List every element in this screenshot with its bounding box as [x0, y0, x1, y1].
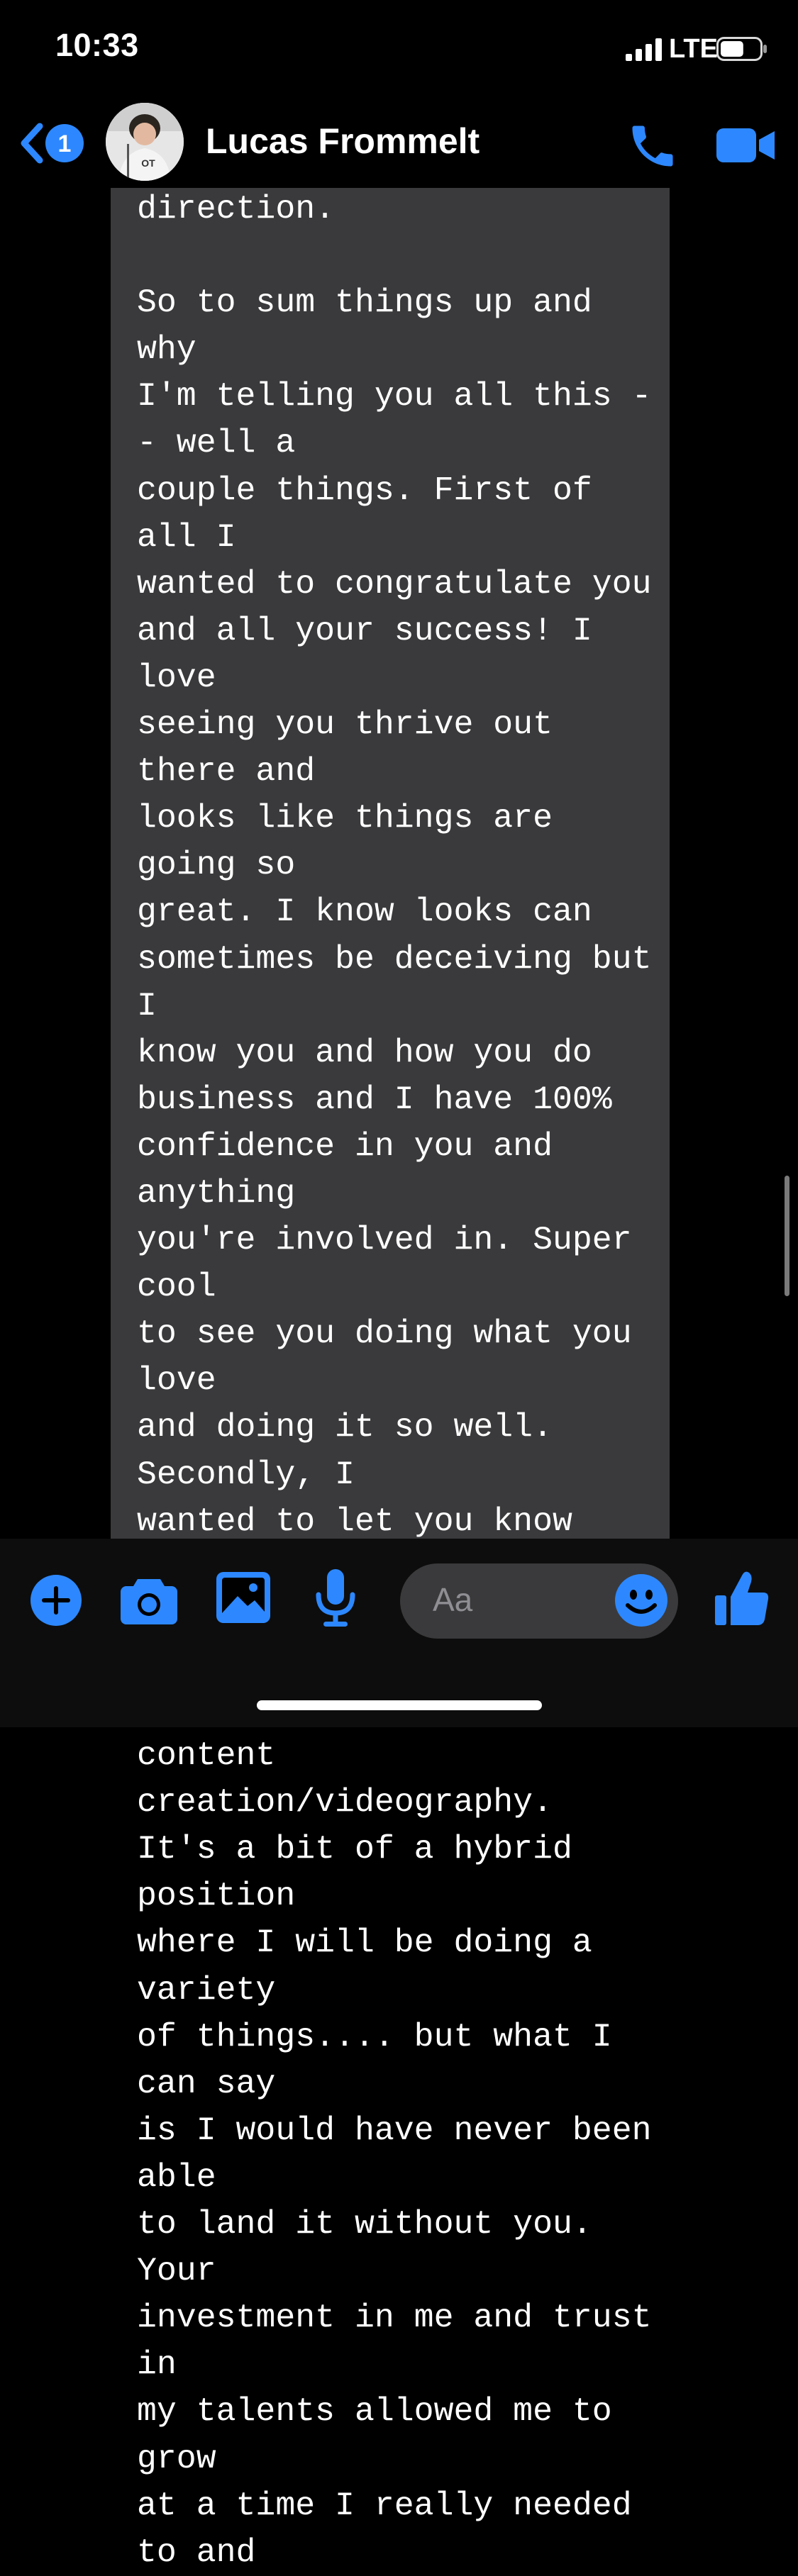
plus-icon[interactable] — [29, 1573, 83, 1627]
home-indicator[interactable] — [257, 1700, 542, 1710]
back-button[interactable]: 1 — [16, 121, 94, 166]
microphone-icon[interactable] — [315, 1569, 356, 1627]
emoji-icon[interactable] — [615, 1574, 667, 1627]
video-camera-icon[interactable] — [716, 126, 776, 165]
message-input-placeholder: Aa — [433, 1581, 473, 1618]
battery-icon — [716, 37, 767, 61]
contact-avatar[interactable]: OT — [106, 103, 184, 181]
status-time: 10:33 — [55, 27, 139, 63]
thumbs-up-icon[interactable] — [715, 1570, 769, 1627]
unread-count: 1 — [58, 130, 72, 157]
phone-icon[interactable] — [626, 119, 680, 173]
avatar-shirt-text: OT — [141, 157, 155, 169]
message-text: direction. So to sum things up and why I… — [137, 190, 652, 2571]
back-chevron-icon — [21, 123, 43, 164]
contact-name[interactable]: Lucas Frommelt — [206, 121, 480, 162]
status-bar: 10:33 LTE — [0, 0, 798, 99]
network-type: LTE — [669, 34, 718, 64]
avatar-photo: OT — [106, 103, 184, 181]
camera-icon[interactable] — [121, 1575, 177, 1624]
scrollbar-thumb[interactable] — [785, 1176, 789, 1296]
composer-bar — [0, 1539, 798, 1727]
conversation-header: 1 OT Lucas Frommelt — [0, 99, 798, 188]
gallery-icon[interactable] — [216, 1572, 270, 1623]
cellular-signal-icon — [626, 38, 662, 61]
